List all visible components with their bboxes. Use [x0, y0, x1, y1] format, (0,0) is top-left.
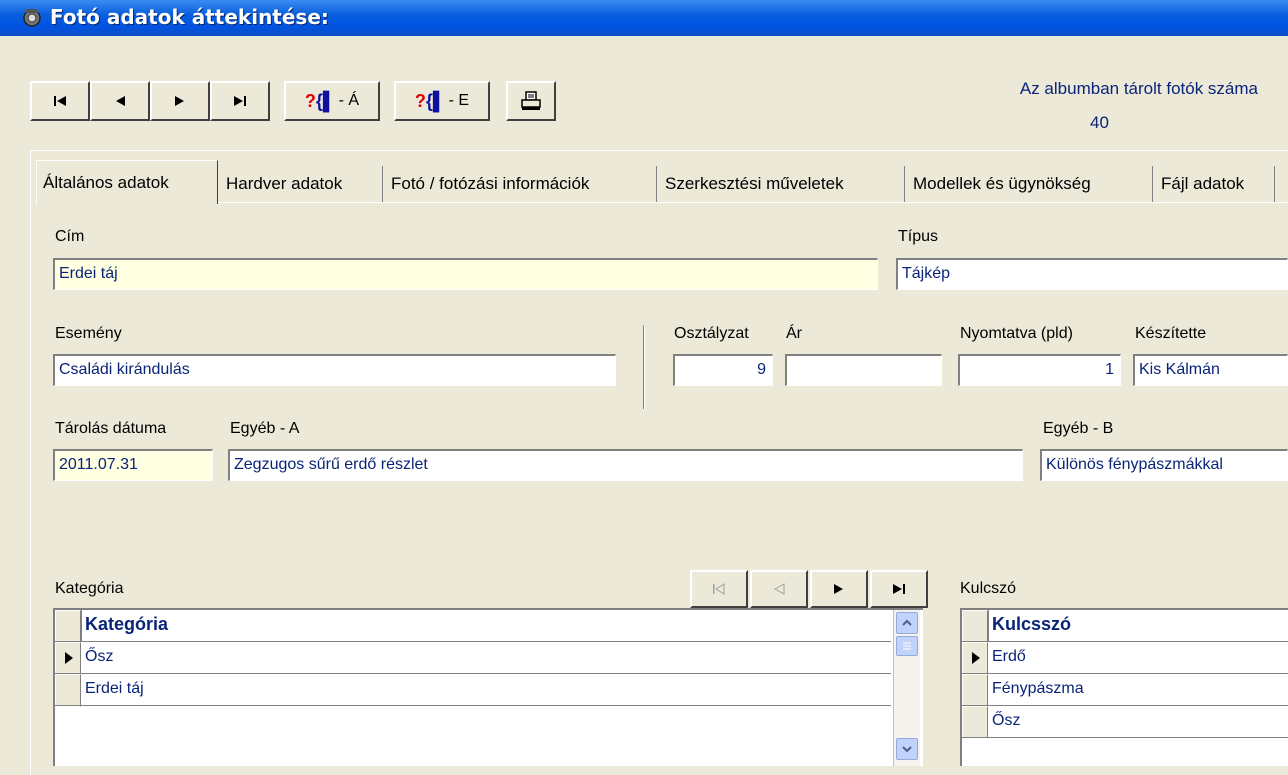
photo-count-label: Az albumban tárolt fotók száma: [1019, 79, 1258, 98]
tab-szerkesztesi[interactable]: Szerkesztési műveletek: [659, 166, 905, 202]
table-row[interactable]: Ősz: [962, 706, 1288, 738]
keszitette-field[interactable]: Kis Kálmán: [1133, 354, 1288, 386]
category-scrollbar[interactable]: [893, 610, 920, 766]
prev-record-button[interactable]: [90, 81, 150, 121]
first-record-button[interactable]: [30, 81, 90, 121]
osztalyzat-field[interactable]: 9: [673, 354, 773, 386]
kulcszo-label: Kulcszó: [960, 580, 1017, 597]
last-record-button[interactable]: [210, 81, 270, 121]
nyomtatva-label: Nyomtatva (pld): [960, 325, 1073, 342]
tab-hardver[interactable]: Hardver adatok: [220, 166, 383, 202]
first-icon: [713, 583, 725, 595]
table-row[interactable]: Ősz: [55, 642, 891, 674]
scroll-up-button[interactable]: [896, 612, 918, 634]
cim-label: Cím: [55, 228, 85, 245]
egyeb-a-field[interactable]: Zegzugos sűrű erdő részlet: [228, 449, 1023, 481]
row-selector[interactable]: [55, 674, 81, 705]
title-bar[interactable]: Fotó adatok áttekintése:: [0, 0, 1288, 36]
kategoria-label: Kategória: [55, 580, 124, 597]
sub-last-button[interactable]: [870, 570, 928, 608]
ar-label: Ár: [786, 325, 802, 342]
first-icon: [54, 96, 66, 106]
current-row-icon: [65, 652, 73, 664]
grip-icon: [903, 642, 911, 650]
sub-first-button[interactable]: [690, 570, 748, 608]
scroll-down-button[interactable]: [896, 738, 918, 760]
tarolas-label: Tárolás dátuma: [55, 420, 167, 437]
query-icon: ?: [414, 90, 426, 111]
egyeb-b-label: Egyéb - B: [1043, 420, 1114, 437]
vertical-separator: [643, 325, 645, 409]
print-icon: [521, 91, 541, 110]
tab-altalanos[interactable]: Általános adatok: [36, 160, 218, 204]
query-e-label: - E: [448, 92, 470, 109]
app-icon[interactable]: [22, 8, 42, 28]
keyword-cell[interactable]: Ősz: [992, 712, 1020, 730]
keszitette-label: Készítette: [1135, 325, 1207, 342]
egyeb-a-label: Egyéb - A: [230, 420, 300, 437]
row-selector[interactable]: [962, 674, 988, 705]
tipus-field[interactable]: Tájkép: [896, 258, 1288, 290]
keyword-header: Kulcsszó: [962, 610, 1288, 642]
nyomtatva-field[interactable]: 1: [958, 354, 1121, 386]
next-record-button[interactable]: [150, 81, 210, 121]
query-e-button[interactable]: ? {▌ - E: [394, 81, 490, 121]
query-icon: ?: [304, 90, 316, 111]
osztalyzat-label: Osztályzat: [674, 325, 749, 342]
tipus-label: Típus: [898, 228, 939, 245]
prev-icon: [116, 96, 125, 106]
category-header-label: Kategória: [85, 614, 169, 634]
table-row-empty[interactable]: [55, 706, 891, 738]
chevron-down-icon: [902, 746, 912, 753]
esemeny-label: Esemény: [55, 325, 122, 342]
chevron-up-icon: [902, 619, 912, 626]
table-row[interactable]: Fénypászma: [962, 674, 1288, 706]
keyword-grid[interactable]: Kulcsszó Erdő Fénypászma Ősz: [960, 608, 1288, 766]
last-icon: [234, 96, 246, 106]
sub-next-button[interactable]: [810, 570, 868, 608]
scroll-thumb[interactable]: [896, 636, 918, 656]
window-title: Fotó adatok áttekintése:: [50, 5, 329, 29]
query-a-label: - Á: [338, 92, 360, 109]
row-selector[interactable]: [55, 642, 81, 673]
keyword-header-label: Kulcsszó: [992, 614, 1072, 634]
sub-prev-button[interactable]: [750, 570, 808, 608]
tab-foto-info[interactable]: Fotó / fotózási információk: [385, 166, 657, 202]
tab-divider: [216, 202, 1288, 203]
last-icon: [893, 584, 905, 594]
tarolas-field[interactable]: 2011.07.31: [53, 449, 213, 481]
keyword-cell[interactable]: Erdő: [992, 648, 1026, 666]
current-row-icon: [972, 652, 980, 664]
category-cell[interactable]: Erdei táj: [85, 680, 144, 698]
photo-count-value: 40: [1090, 113, 1109, 132]
table-row[interactable]: Erdei táj: [55, 674, 891, 706]
prev-icon: [773, 583, 785, 595]
category-grid[interactable]: Kategória Ősz Erdei táj: [53, 608, 923, 766]
category-header: Kategória: [55, 610, 891, 642]
esemeny-field[interactable]: Családi kirándulás: [53, 354, 616, 386]
row-selector[interactable]: [962, 642, 988, 673]
table-row[interactable]: Erdő: [962, 642, 1288, 674]
next-icon: [834, 584, 843, 594]
keyword-cell[interactable]: Fénypászma: [992, 680, 1084, 698]
next-icon: [175, 96, 184, 106]
cim-field[interactable]: Erdei táj: [53, 258, 878, 290]
category-cell[interactable]: Ősz: [85, 648, 113, 666]
row-selector[interactable]: [962, 706, 988, 737]
print-button[interactable]: [506, 81, 556, 121]
tab-modellek[interactable]: Modellek és ügynökség: [907, 166, 1153, 202]
tab-fajl[interactable]: Fájl adatok: [1155, 166, 1275, 202]
egyeb-b-field[interactable]: Különös fénypászmákkal: [1040, 449, 1288, 481]
query-a-button[interactable]: ? {▌ - Á: [284, 81, 380, 121]
ar-field[interactable]: [785, 354, 942, 386]
